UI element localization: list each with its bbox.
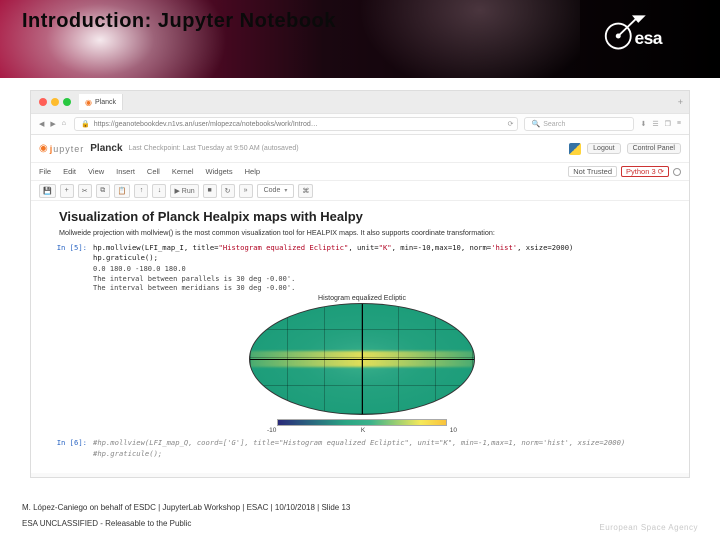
kernel-badge[interactable]: Python 3 ⟳ bbox=[621, 166, 669, 177]
move-down-button[interactable]: ↓ bbox=[152, 184, 166, 198]
mollweide-plot bbox=[249, 303, 475, 415]
browser-tab-label: Planck bbox=[95, 99, 116, 106]
min-dot[interactable] bbox=[51, 98, 59, 106]
jupyter-wordmark: jjupyterupyter bbox=[50, 144, 85, 154]
notebook-menu: File Edit View Insert Cell Kernel Widget… bbox=[31, 163, 689, 181]
galactic-plane bbox=[250, 351, 474, 367]
markdown-heading: Visualization of Planck Healpix maps wit… bbox=[59, 209, 677, 224]
menu-widgets[interactable]: Widgets bbox=[206, 167, 233, 176]
cbar-unit: K bbox=[361, 427, 365, 434]
cbar-tick-min: -10 bbox=[267, 427, 276, 434]
footer-credit: M. López-Caniego on behalf of ESDC | Jup… bbox=[22, 503, 350, 512]
svg-text:esa: esa bbox=[635, 28, 663, 48]
notebook-title[interactable]: Planck bbox=[90, 143, 122, 154]
home-button[interactable]: ⌂ bbox=[62, 120, 66, 128]
checkpoint-text: Last Checkpoint: Last Tuesday at 9:50 AM… bbox=[129, 145, 299, 152]
figure-title: Histogram equalized Ecliptic bbox=[318, 295, 406, 302]
menu-file[interactable]: File bbox=[39, 167, 51, 176]
menu-kernel[interactable]: Kernel bbox=[172, 167, 194, 176]
menu-view[interactable]: View bbox=[88, 167, 104, 176]
code-cell-6[interactable]: In [6]: #hp.mollview(LFI_map_Q, coord=['… bbox=[47, 438, 677, 458]
command-palette-button[interactable]: ⌘ bbox=[298, 184, 313, 198]
search-placeholder: Search bbox=[543, 121, 565, 128]
search-icon: 🔍 bbox=[531, 120, 540, 128]
jupyter-tab-icon: ◉ bbox=[85, 98, 92, 107]
browser-tab[interactable]: ◉ Planck bbox=[79, 94, 123, 110]
code-cell-5[interactable]: In [5]: hp.mollview(LFI_map_I, title="Hi… bbox=[47, 243, 677, 263]
slide-root: Introduction: Jupyter Notebook esa ◉ Pla… bbox=[0, 0, 720, 540]
notebook-header: ◉ jjupyterupyter Planck Last Checkpoint:… bbox=[31, 135, 689, 163]
menu-cell[interactable]: Cell bbox=[147, 167, 160, 176]
colorbar bbox=[277, 419, 447, 426]
code-content: hp.mollview(LFI_map_I, title="Histogram … bbox=[93, 243, 573, 263]
add-cell-button[interactable]: + bbox=[60, 184, 74, 198]
browser-toolbar: ◀ ▶ ⌂ 🔒 https://geanotebookdev.n1vs.an/u… bbox=[31, 113, 689, 135]
menu-edit[interactable]: Edit bbox=[63, 167, 76, 176]
logout-button[interactable]: Logout bbox=[587, 143, 620, 154]
close-dot[interactable] bbox=[39, 98, 47, 106]
cut-button[interactable]: ✂ bbox=[78, 184, 92, 198]
run-button[interactable]: ▶ Run bbox=[170, 184, 198, 198]
forward-button[interactable]: ▶ bbox=[50, 120, 55, 128]
figure-output: Histogram equalized Ecliptic -10 K 10 bbox=[47, 295, 677, 434]
lock-icon: 🔒 bbox=[81, 120, 90, 128]
traffic-lights bbox=[39, 98, 71, 106]
footer-classification: ESA UNCLASSIFIED - Releasable to the Pub… bbox=[22, 519, 191, 528]
nav-buttons: ◀ ▶ ⌂ bbox=[31, 120, 74, 128]
code-content-6: #hp.mollview(LFI_map_Q, coord=['G'], tit… bbox=[93, 438, 625, 458]
paste-button[interactable]: 📋 bbox=[114, 184, 131, 198]
trusted-indicator[interactable]: Not Trusted bbox=[568, 166, 617, 177]
move-up-button[interactable]: ↑ bbox=[134, 184, 148, 198]
in-prompt-6: In [6]: bbox=[47, 438, 93, 458]
python-logo-icon bbox=[569, 143, 581, 155]
interrupt-button[interactable]: ■ bbox=[203, 184, 217, 198]
stdout-output: 0.0 180.0 -180.0 180.0 The interval betw… bbox=[93, 265, 677, 293]
slide-title: Introduction: Jupyter Notebook bbox=[22, 10, 336, 33]
search-bar[interactable]: 🔍 Search bbox=[524, 117, 634, 131]
sidebar-icon[interactable]: ❐ bbox=[665, 120, 671, 128]
toolbar-extras: ⬇ ☰ ❐ ≡ bbox=[640, 120, 689, 128]
menu-help[interactable]: Help bbox=[245, 167, 260, 176]
window-tab-bar: ◉ Planck + bbox=[31, 91, 689, 113]
copy-button[interactable]: ⧉ bbox=[96, 184, 110, 198]
reload-icon[interactable]: ⟳ bbox=[508, 120, 514, 128]
in-prompt: In [5]: bbox=[47, 243, 93, 263]
menu-icon[interactable]: ≡ bbox=[677, 120, 681, 128]
hero-banner: Introduction: Jupyter Notebook esa bbox=[0, 0, 720, 78]
save-button[interactable]: 💾 bbox=[39, 184, 56, 198]
url-text: https://geanotebookdev.n1vs.an/user/mlop… bbox=[94, 121, 318, 128]
new-tab-button[interactable]: + bbox=[672, 97, 689, 107]
back-button[interactable]: ◀ bbox=[39, 120, 44, 128]
esa-logo: esa bbox=[602, 14, 702, 58]
ea-wordmark: European Space Agency bbox=[599, 523, 698, 532]
library-icon[interactable]: ☰ bbox=[652, 120, 658, 128]
markdown-paragraph: Mollweide projection with mollview() is … bbox=[59, 228, 677, 237]
kernel-status-icon bbox=[673, 168, 681, 176]
downloads-icon[interactable]: ⬇ bbox=[640, 120, 646, 128]
menu-insert[interactable]: Insert bbox=[116, 167, 135, 176]
address-bar[interactable]: 🔒 https://geanotebookdev.n1vs.an/user/ml… bbox=[74, 117, 518, 131]
restart-run-all-button[interactable]: » bbox=[239, 184, 253, 198]
cbar-tick-max: 10 bbox=[450, 427, 457, 434]
restart-button[interactable]: ↻ bbox=[221, 184, 235, 198]
jupyter-logo-icon: ◉ bbox=[39, 143, 48, 154]
notebook-body: Visualization of Planck Healpix maps wit… bbox=[31, 201, 689, 473]
control-panel-button[interactable]: Control Panel bbox=[627, 143, 681, 154]
colorbar-ticks: -10 K 10 bbox=[267, 427, 457, 434]
axis-vertical bbox=[362, 304, 363, 414]
screenshot-frame: ◉ Planck + ◀ ▶ ⌂ 🔒 https://geanotebookde… bbox=[30, 90, 690, 478]
cell-type-select[interactable]: Code▾ bbox=[257, 184, 295, 198]
axis-horizontal bbox=[250, 359, 474, 360]
notebook-toolbar: 💾 + ✂ ⧉ 📋 ↑ ↓ ▶ Run ■ ↻ » Code▾ ⌘ bbox=[31, 181, 689, 201]
max-dot[interactable] bbox=[63, 98, 71, 106]
